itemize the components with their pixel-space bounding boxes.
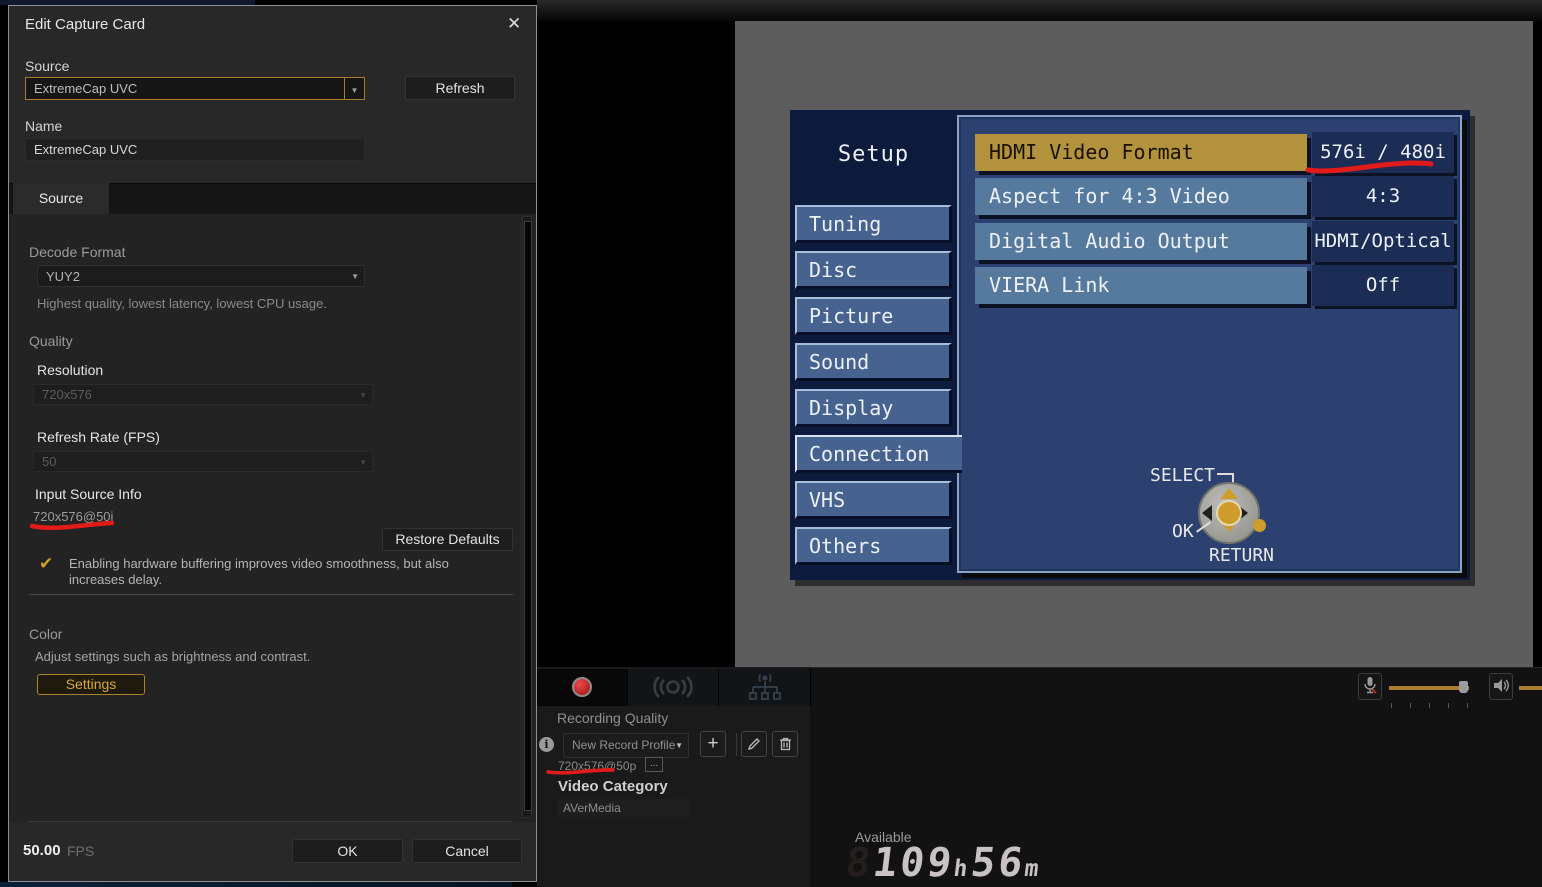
tv-menu-title: Setup <box>837 142 910 167</box>
tv-row-value-viera-link: Off <box>1312 265 1454 306</box>
tv-row-label-hdmi-video-format: HDMI Video Format <box>975 134 1307 171</box>
color-hint: Adjust settings such as brightness and c… <box>35 649 311 664</box>
tv-sidebar-item-sound: Sound <box>795 343 952 381</box>
delete-profile-button[interactable] <box>772 731 798 757</box>
speaker-volume-slider[interactable] <box>1519 686 1542 690</box>
microphone-icon <box>1364 677 1377 694</box>
chevron-down-icon[interactable]: ▼ <box>344 78 364 99</box>
ok-button[interactable]: OK <box>292 839 403 863</box>
tv-row-value-digital-audio: HDMI/Optical <box>1312 221 1454 262</box>
name-input[interactable]: ExtremeCap UVC <box>25 138 365 161</box>
fps-value: 50.00 <box>23 842 61 859</box>
fps-unit-label: FPS <box>67 843 95 859</box>
annotation-underline-profile-format <box>546 768 615 775</box>
broadcast-icon <box>653 676 693 698</box>
tab-record[interactable] <box>537 669 628 706</box>
quality-section-label: Quality <box>29 333 73 349</box>
tv-setup-menu: Setup Tuning Disc Picture Sound Display … <box>790 110 1470 580</box>
footer-divider <box>29 821 513 822</box>
video-category-label: Video Category <box>558 778 668 795</box>
section-divider <box>29 594 513 595</box>
tv-sidebar-item-connection: Connection <box>795 435 962 473</box>
refresh-rate-dropdown[interactable]: 50 ▼ <box>33 451 373 472</box>
tv-row-label-aspect: Aspect for 4:3 Video <box>975 178 1307 215</box>
tv-sidebar-item-picture: Picture <box>795 297 952 335</box>
video-category-input[interactable]: AVerMedia <box>557 799 689 818</box>
tv-sidebar-item-tuning: Tuning <box>795 205 952 243</box>
chevron-down-icon: ▼ <box>351 272 359 281</box>
name-label: Name <box>25 118 63 134</box>
tv-sidebar-item-display: Display <box>795 389 952 427</box>
tv-select-label: SELECT <box>1150 465 1216 486</box>
dialog-scrollbar[interactable] <box>522 216 532 818</box>
available-minutes-unit: m <box>1023 856 1044 882</box>
tv-dpad-left-icon <box>1202 505 1212 521</box>
toolbar-divider <box>736 733 737 756</box>
chevron-down-icon: ▼ <box>359 458 367 467</box>
decode-format-label: Decode Format <box>29 244 126 260</box>
chevron-down-icon: ▼ <box>675 741 683 750</box>
info-icon[interactable]: i <box>539 737 554 752</box>
color-section-label: Color <box>29 626 63 642</box>
tv-row-label-viera-link: VIERA Link <box>975 267 1307 304</box>
decode-format-hint: Highest quality, lowest latency, lowest … <box>37 296 327 311</box>
tv-dpad-center-icon <box>1216 500 1242 526</box>
tv-sidebar-item-vhs: VHS <box>795 481 952 519</box>
close-icon[interactable]: ✕ <box>507 14 521 34</box>
tv-settings-panel: HDMI Video Format 576i / 480i Aspect for… <box>957 115 1462 573</box>
add-profile-button[interactable]: + <box>700 731 726 757</box>
hardware-buffering-checkbox[interactable]: ✔ <box>39 554 53 574</box>
available-minutes: 56 <box>968 840 1029 886</box>
input-source-info-label: Input Source Info <box>35 486 142 502</box>
tv-ok-label: OK <box>1172 521 1194 542</box>
tv-return-button-icon <box>1253 519 1266 532</box>
tab-multistream[interactable] <box>719 669 811 706</box>
chevron-down-icon: ▼ <box>359 391 367 400</box>
dialog-title: Edit Capture Card <box>25 16 146 33</box>
tv-return-label: RETURN <box>1209 545 1275 566</box>
tv-row-label-digital-audio: Digital Audio Output <box>975 223 1307 260</box>
color-settings-button[interactable]: Settings <box>37 674 145 695</box>
resolution-dropdown[interactable]: 720x576 ▼ <box>33 384 373 405</box>
tab-source[interactable]: Source <box>13 183 109 214</box>
format-more-button[interactable]: ... <box>645 757 663 772</box>
speaker-button[interactable] <box>1489 673 1513 700</box>
record-profile-dropdown[interactable]: New Record Profile ▼ <box>563 733 689 758</box>
speaker-icon <box>1493 679 1509 692</box>
annotation-underline-input-source <box>29 520 115 530</box>
refresh-button[interactable]: Refresh <box>405 76 515 100</box>
network-broadcast-icon <box>748 673 781 700</box>
window-edge-bottom <box>0 882 512 887</box>
refresh-rate-label: Refresh Rate (FPS) <box>37 429 160 445</box>
source-label: Source <box>25 58 70 74</box>
source-dropdown[interactable]: ExtremeCap UVC ▼ <box>25 77 365 100</box>
mic-volume-slider[interactable] <box>1389 686 1469 690</box>
tab-stream[interactable] <box>628 669 719 706</box>
restore-defaults-button[interactable]: Restore Defaults <box>382 528 513 551</box>
available-time-display: 8109h56m <box>843 840 1045 886</box>
edit-capture-card-dialog: Edit Capture Card ✕ Source ExtremeCap UV… <box>8 5 537 882</box>
available-hours: 109 <box>870 840 958 886</box>
dialog-scrollbar-thumb[interactable] <box>524 221 532 811</box>
tv-sidebar-item-others: Others <box>795 527 952 565</box>
mic-volume-slider-handle[interactable] <box>1459 681 1468 693</box>
microphone-mute-button[interactable] <box>1358 673 1382 700</box>
record-icon <box>572 677 592 697</box>
buffering-note-line2: increases delay. <box>69 572 162 587</box>
buffering-note-line1: Enabling hardware buffering improves vid… <box>69 556 449 571</box>
cancel-button[interactable]: Cancel <box>412 839 522 863</box>
recording-quality-label: Recording Quality <box>557 710 669 726</box>
tv-dpad-up-icon <box>1220 488 1238 499</box>
tv-sidebar-item-disc: Disc <box>795 251 952 289</box>
tv-row-value-aspect: 4:3 <box>1312 176 1454 217</box>
pencil-icon <box>747 738 760 751</box>
trash-icon <box>779 737 791 751</box>
edit-profile-button[interactable] <box>741 731 767 757</box>
decode-format-dropdown[interactable]: YUY2 ▼ <box>37 265 365 287</box>
annotation-underline-hdmi-format <box>1305 160 1434 174</box>
app-top-toolbar <box>537 0 1542 21</box>
mic-slider-ticks <box>1391 695 1468 713</box>
resolution-label: Resolution <box>37 362 104 378</box>
